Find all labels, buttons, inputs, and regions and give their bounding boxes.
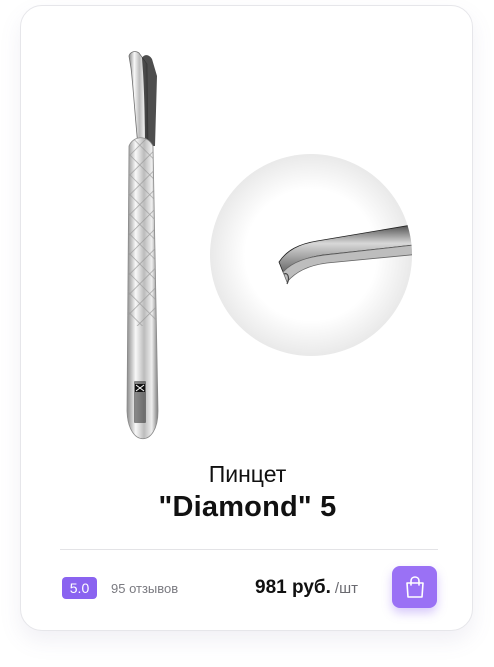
product-type: Пинцет <box>208 461 287 487</box>
shopping-bag-icon <box>405 576 424 598</box>
add-to-cart-button[interactable] <box>392 566 437 608</box>
product-title: Пинцет "Diamond" 5 <box>21 459 474 525</box>
product-card[interactable]: Пинцет "Diamond" 5 5.0 95 отзывов 981 ру… <box>20 5 473 631</box>
product-name: "Diamond" 5 <box>158 491 337 523</box>
price-amount: 981 руб. <box>255 577 331 598</box>
price: 981 руб./шт <box>255 576 358 600</box>
rating-badge: 5.0 <box>62 577 97 599</box>
reviews-count[interactable]: 95 отзывов <box>111 580 178 598</box>
price-unit: /шт <box>334 580 358 597</box>
product-image <box>21 6 474 466</box>
divider <box>60 549 438 550</box>
